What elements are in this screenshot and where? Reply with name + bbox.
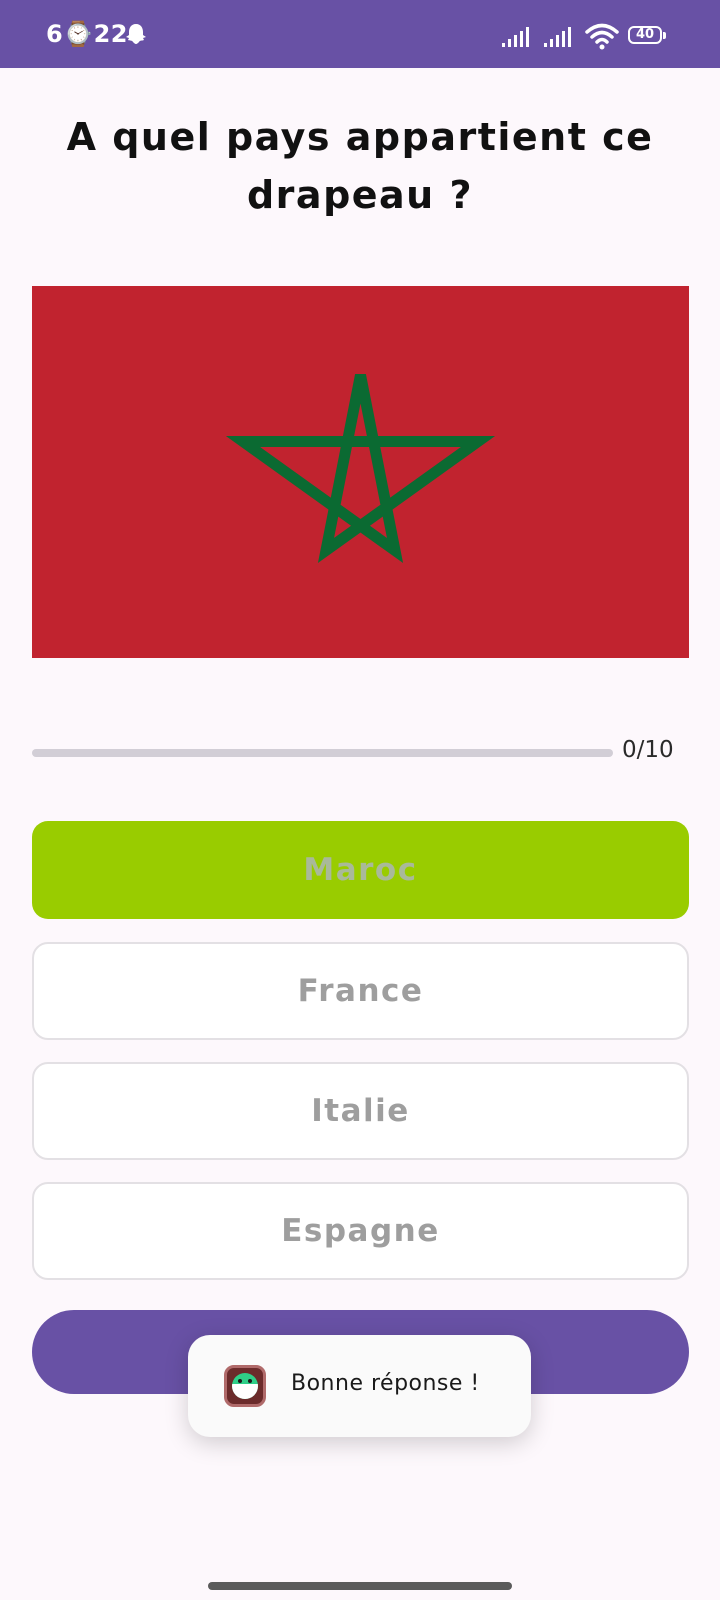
ghost-icon [126,24,146,44]
signal-icon [544,27,571,47]
app-icon-face [232,1373,258,1399]
answer-button-france[interactable]: France [32,942,689,1040]
answer-button-maroc[interactable]: Maroc [32,821,689,919]
progress-counter: 0/10 [622,737,674,763]
toast-notification: Bonne réponse ! [188,1335,531,1437]
status-bar: 6⌚22 40 [0,0,720,68]
answer-button-espagne[interactable]: Espagne [32,1182,689,1280]
battery-level: 40 [635,27,655,42]
morocco-flag-image [32,286,689,658]
battery-icon: 40 [628,26,668,48]
battery-tip [663,32,666,39]
status-time: 6⌚22 [46,20,128,48]
home-indicator[interactable] [208,1582,512,1590]
app-icon [224,1365,266,1407]
toast-message: Bonne réponse ! [291,1371,480,1396]
answer-button-italie[interactable]: Italie [32,1062,689,1160]
question-title: A quel pays appartient ce drapeau ? [66,115,654,217]
progress-bar [32,749,613,757]
signal-icon [502,27,529,47]
wifi-icon [585,23,619,50]
morocco-flag-icon [225,373,496,564]
